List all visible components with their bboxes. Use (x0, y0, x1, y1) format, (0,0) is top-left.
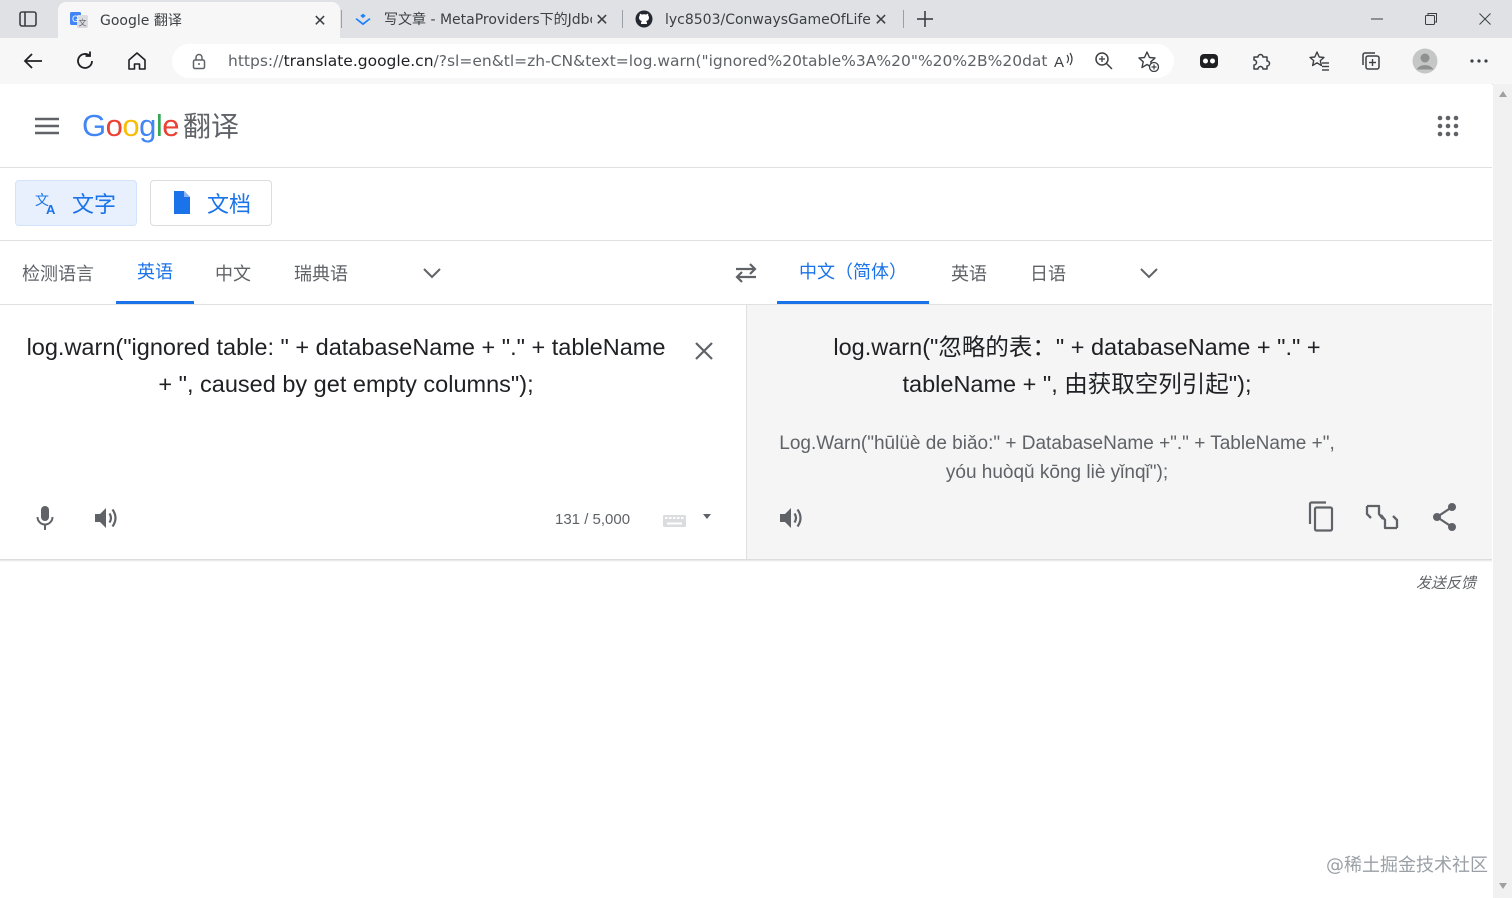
input-tools-keyboard-icon[interactable] (660, 510, 716, 530)
source-lang-more-chevron-down-icon[interactable] (418, 259, 446, 287)
favorites-icon[interactable] (1304, 46, 1334, 76)
logo-letter: e (162, 108, 180, 143)
add-favorite-star-icon[interactable] (1136, 49, 1160, 73)
extensions-puzzle-icon[interactable] (1246, 46, 1276, 76)
source-listen-speaker-icon[interactable] (90, 501, 124, 535)
source-lang-detect[interactable]: 检测语言 (0, 241, 116, 304)
minimize-window-icon[interactable] (1362, 6, 1392, 32)
swap-languages-icon[interactable] (730, 258, 762, 288)
language-bar: 检测语言 英语 中文 瑞典语 中文（简体） 英语 日语 (0, 241, 1492, 305)
mode-selector: 文A 文字 文档 (0, 168, 1492, 241)
svg-text:A: A (46, 202, 56, 216)
zoom-icon[interactable] (1092, 49, 1116, 73)
product-name: 翻译 (183, 110, 240, 143)
url-path: /?sl=en&tl=zh-CN&text=log.warn("ignored%… (433, 52, 1048, 70)
tab-close-icon[interactable]: ✕ (871, 9, 891, 29)
tab-close-icon[interactable]: ✕ (310, 10, 330, 30)
character-count: 131 / 5,000 (555, 511, 631, 528)
scroll-up-arrow-icon[interactable] (1498, 90, 1508, 98)
rate-translation-feedback-icon[interactable] (1364, 499, 1400, 535)
tab-title: Google 翻译 (100, 13, 182, 29)
new-tab-plus-icon[interactable] (912, 6, 938, 32)
text-mode-label: 文字 (72, 193, 117, 218)
browser-tab-juejin[interactable]: 写文章 - MetaProviders下的Jdbc ✕ (342, 0, 622, 38)
document-icon (169, 190, 195, 216)
extension-icon[interactable] (1194, 46, 1224, 76)
send-feedback-link[interactable]: 发送反馈 (1416, 572, 1476, 593)
url-text[interactable]: https://translate.google.cn/?sl=en&tl=zh… (228, 44, 1048, 78)
source-lang-chinese[interactable]: 中文 (194, 241, 272, 304)
google-translate-logo[interactable]: Google 翻译 (82, 105, 239, 145)
browser-tab-github[interactable]: lyc8503/ConwaysGameOfLife: 康 ✕ (623, 0, 901, 38)
logo-letter: G (82, 108, 106, 143)
tab-close-icon[interactable]: ✕ (592, 9, 612, 29)
target-lang-english[interactable]: 英语 (929, 241, 1009, 304)
translate-header: Google 翻译 (0, 84, 1492, 168)
share-translation-icon[interactable] (1427, 499, 1463, 535)
source-lang-swedish[interactable]: 瑞典语 (272, 241, 370, 304)
source-text-input[interactable]: log.warn("ignored table: " + databaseNam… (26, 329, 666, 403)
collections-icon[interactable] (1356, 46, 1386, 76)
source-panel: log.warn("ignored table: " + databaseNam… (0, 305, 747, 559)
more-menu-icon[interactable] (1464, 46, 1494, 76)
url-scheme: https:// (228, 52, 284, 70)
translate-icon: 文A (34, 190, 60, 216)
clear-source-close-icon[interactable] (688, 335, 720, 367)
target-lang-more-chevron-down-icon[interactable] (1135, 259, 1163, 287)
svg-text:A: A (1054, 54, 1064, 71)
copy-translation-icon[interactable] (1303, 499, 1339, 535)
back-arrow-icon[interactable] (18, 46, 48, 76)
document-mode-button[interactable]: 文档 (150, 180, 272, 226)
microphone-icon[interactable] (28, 501, 62, 535)
tab-title: lyc8503/ConwaysGameOfLife: 康 (665, 12, 871, 28)
text-mode-button[interactable]: 文A 文字 (15, 180, 137, 226)
target-listen-speaker-icon[interactable] (775, 501, 809, 535)
browser-tab-bar: G文 Google 翻译 ✕ 写文章 - MetaProviders下的Jdbc… (0, 0, 1512, 38)
target-lang-japanese[interactable]: 日语 (1009, 241, 1087, 304)
tab-title: 写文章 - MetaProviders下的Jdbc (384, 12, 592, 28)
address-bar[interactable]: https://translate.google.cn/?sl=en&tl=zh… (172, 44, 1174, 78)
transliteration-text: Log.Warn("hūlüè de biǎo:" + DatabaseName… (779, 433, 1335, 483)
main-menu-icon[interactable] (30, 109, 64, 143)
profile-avatar[interactable] (1410, 46, 1440, 76)
tab-separator (903, 10, 904, 28)
close-window-icon[interactable] (1470, 6, 1500, 32)
google-apps-grid-icon[interactable] (1430, 108, 1466, 144)
lock-icon[interactable] (190, 52, 208, 70)
read-aloud-icon[interactable]: A (1052, 49, 1076, 73)
document-mode-label: 文档 (207, 193, 252, 218)
browser-toolbar: https://translate.google.cn/?sl=en&tl=zh… (0, 38, 1512, 85)
home-icon[interactable] (122, 46, 152, 76)
juejin-watermark: @稀土掘金技术社区 (1326, 855, 1488, 876)
google-translate-favicon-icon: G文 (70, 11, 88, 29)
source-lang-english[interactable]: 英语 (116, 241, 194, 304)
scroll-down-arrow-icon[interactable] (1498, 882, 1508, 890)
tab-actions-icon[interactable] (14, 8, 42, 30)
url-host: translate.google.cn (283, 52, 434, 70)
translation-result: log.warn("忽略的表：" + databaseName + "." + … (833, 334, 1321, 397)
logo-letter: o (122, 108, 140, 143)
panels-shadow (0, 559, 1492, 562)
svg-text:文: 文 (79, 18, 87, 28)
juejin-favicon-icon (354, 10, 372, 28)
refresh-icon[interactable] (70, 46, 100, 76)
browser-tab-google-translate[interactable]: G文 Google 翻译 ✕ (58, 2, 340, 38)
target-lang-chinese-simplified[interactable]: 中文（简体） (777, 241, 929, 304)
page-scrollbar[interactable] (1493, 84, 1512, 898)
logo-letter: o (105, 108, 123, 143)
logo-letter: g (139, 108, 156, 143)
target-panel: log.warn("忽略的表：" + databaseName + "." + … (747, 305, 1492, 559)
restore-window-icon[interactable] (1416, 6, 1446, 32)
github-favicon-icon (635, 10, 653, 28)
